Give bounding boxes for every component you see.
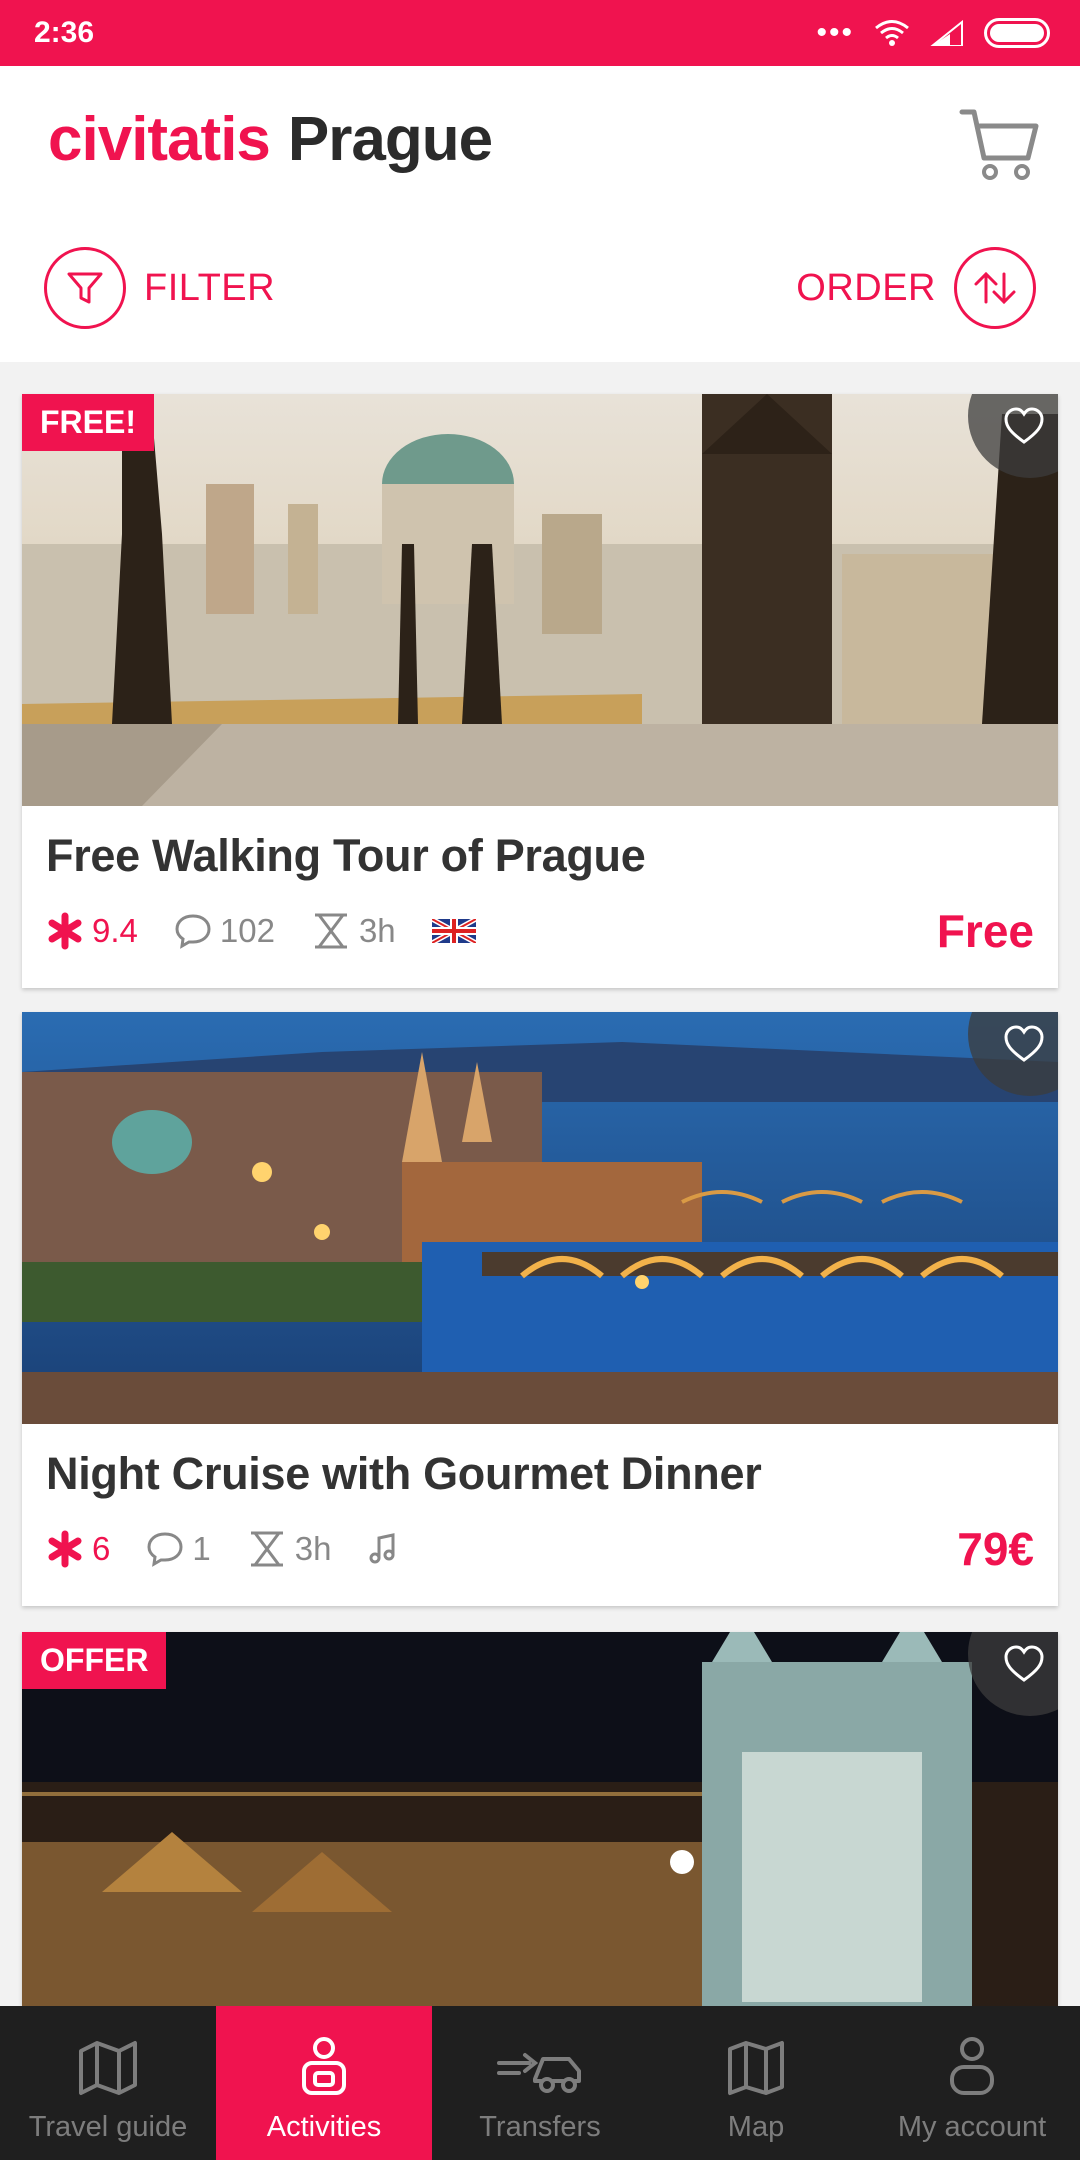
comment-icon bbox=[175, 914, 211, 949]
activity-title: Night Cruise with Gourmet Dinner bbox=[46, 1448, 762, 1499]
activity-photo: FREE! bbox=[22, 394, 1058, 806]
status-time: 2:36 bbox=[34, 16, 95, 49]
rating-star-icon bbox=[48, 912, 82, 950]
status-bar: 2:36 ••• bbox=[0, 0, 1080, 66]
map-icon bbox=[728, 2041, 784, 2095]
status-icons: ••• bbox=[816, 16, 1050, 50]
battery-icon bbox=[984, 18, 1050, 48]
app-header: civitatis Prague FILTER ORDER bbox=[0, 66, 1080, 362]
rating-value: 9.4 bbox=[92, 912, 138, 949]
map-guide-icon bbox=[79, 2041, 137, 2095]
filter-button[interactable]: FILTER bbox=[44, 247, 275, 329]
order-label: ORDER bbox=[796, 266, 936, 309]
hourglass-icon bbox=[250, 1531, 283, 1567]
filter-icon bbox=[44, 247, 126, 329]
activity-card[interactable]: OFFER bbox=[22, 1632, 1058, 2006]
tab-label: Travel guide bbox=[28, 2111, 188, 2143]
duration: 3h bbox=[247, 1530, 332, 1568]
price: Free bbox=[936, 905, 1034, 957]
comments-count: 102 bbox=[219, 912, 275, 949]
activity-title: Free Walking Tour of Prague bbox=[46, 830, 646, 881]
comments: 102 bbox=[174, 912, 275, 950]
bottom-tab-bar: Travel guide Activities Transfers Map My… bbox=[0, 2006, 1080, 2160]
more-dots-icon: ••• bbox=[816, 16, 854, 49]
activity-photo: OFFER bbox=[22, 1632, 1058, 2006]
tab-label: My account bbox=[897, 2111, 1047, 2143]
filter-order-row: FILTER ORDER bbox=[44, 246, 1036, 330]
tab-activities[interactable]: Activities bbox=[216, 2006, 432, 2160]
cart-icon bbox=[959, 109, 1039, 180]
page-title: Prague bbox=[287, 105, 493, 174]
hourglass-icon bbox=[314, 913, 347, 949]
transfer-car-icon bbox=[497, 2053, 581, 2093]
tab-label: Map bbox=[727, 2111, 785, 2143]
wifi-icon bbox=[875, 20, 909, 46]
activity-photo bbox=[22, 1012, 1058, 1424]
heart-icon bbox=[1004, 1645, 1044, 1682]
price: 79€ bbox=[957, 1523, 1034, 1575]
heart-icon bbox=[1004, 407, 1044, 444]
cart-button[interactable] bbox=[958, 102, 1042, 186]
rating: 6 bbox=[46, 1530, 110, 1568]
activity-card[interactable]: FREE! Free Walking Tour of Prague 9.4 10… bbox=[22, 394, 1058, 988]
free-badge: FREE! bbox=[22, 394, 154, 451]
rating-star-icon bbox=[48, 1530, 82, 1568]
comments: 1 bbox=[146, 1530, 211, 1568]
rating: 9.4 bbox=[46, 912, 138, 950]
activity-meta: 9.4 102 3h Free bbox=[22, 882, 1058, 958]
language bbox=[431, 919, 476, 943]
activities-icon bbox=[302, 2037, 346, 2095]
duration-value: 3h bbox=[294, 1530, 332, 1567]
music-note-icon bbox=[367, 1532, 399, 1566]
tab-travel-guide[interactable]: Travel guide bbox=[0, 2006, 216, 2160]
tab-label: Activities bbox=[266, 2111, 382, 2143]
filter-label: FILTER bbox=[144, 266, 276, 309]
account-icon bbox=[950, 2037, 994, 2095]
comments-count: 1 bbox=[192, 1530, 211, 1567]
offer-badge: OFFER bbox=[22, 1632, 167, 1689]
activity-meta: 6 1 3h 79€ bbox=[22, 1500, 1058, 1576]
signal-icon bbox=[930, 20, 963, 46]
tab-map[interactable]: Map bbox=[648, 2006, 864, 2160]
rating-value: 6 bbox=[92, 1530, 111, 1567]
duration: 3h bbox=[311, 912, 396, 950]
tab-label: Transfers bbox=[479, 2111, 601, 2143]
duration-value: 3h bbox=[358, 912, 396, 949]
brand-logo: civitatis bbox=[48, 105, 271, 174]
order-button[interactable]: ORDER bbox=[796, 247, 1036, 329]
activity-card[interactable]: Night Cruise with Gourmet Dinner 6 1 3h bbox=[22, 1012, 1058, 1606]
heart-icon bbox=[1004, 1025, 1044, 1062]
tab-transfers[interactable]: Transfers bbox=[432, 2006, 648, 2160]
comment-icon bbox=[147, 1532, 183, 1567]
sort-arrows-icon bbox=[954, 247, 1036, 329]
uk-flag-icon bbox=[431, 919, 476, 943]
brand-row: civitatis Prague bbox=[48, 104, 493, 175]
tab-my-account[interactable]: My account bbox=[864, 2006, 1080, 2160]
